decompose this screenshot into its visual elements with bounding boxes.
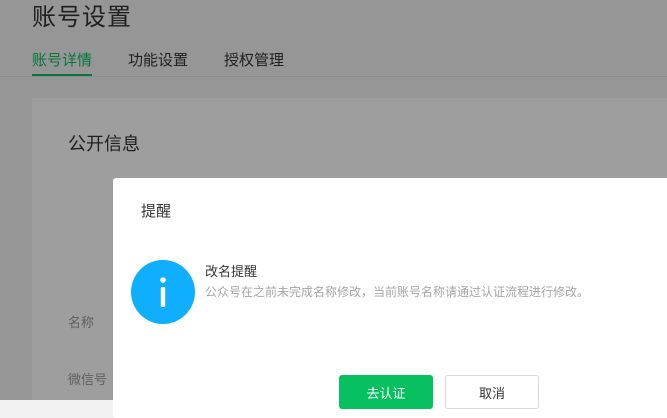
info-icon: [131, 260, 195, 324]
message-body: 公众号在之前未完成名称修改，当前账号名称请通过认证流程进行修改。: [205, 285, 590, 299]
cancel-button[interactable]: 取消: [445, 375, 539, 409]
go-verify-button[interactable]: 去认证: [339, 375, 433, 409]
dialog-title: 提醒: [141, 202, 172, 220]
message-title: 改名提醒: [205, 265, 258, 280]
reminder-dialog: 提醒 改名提醒 公众号在之前未完成名称修改，当前账号名称请通过认证流程进行修改。…: [113, 178, 667, 418]
